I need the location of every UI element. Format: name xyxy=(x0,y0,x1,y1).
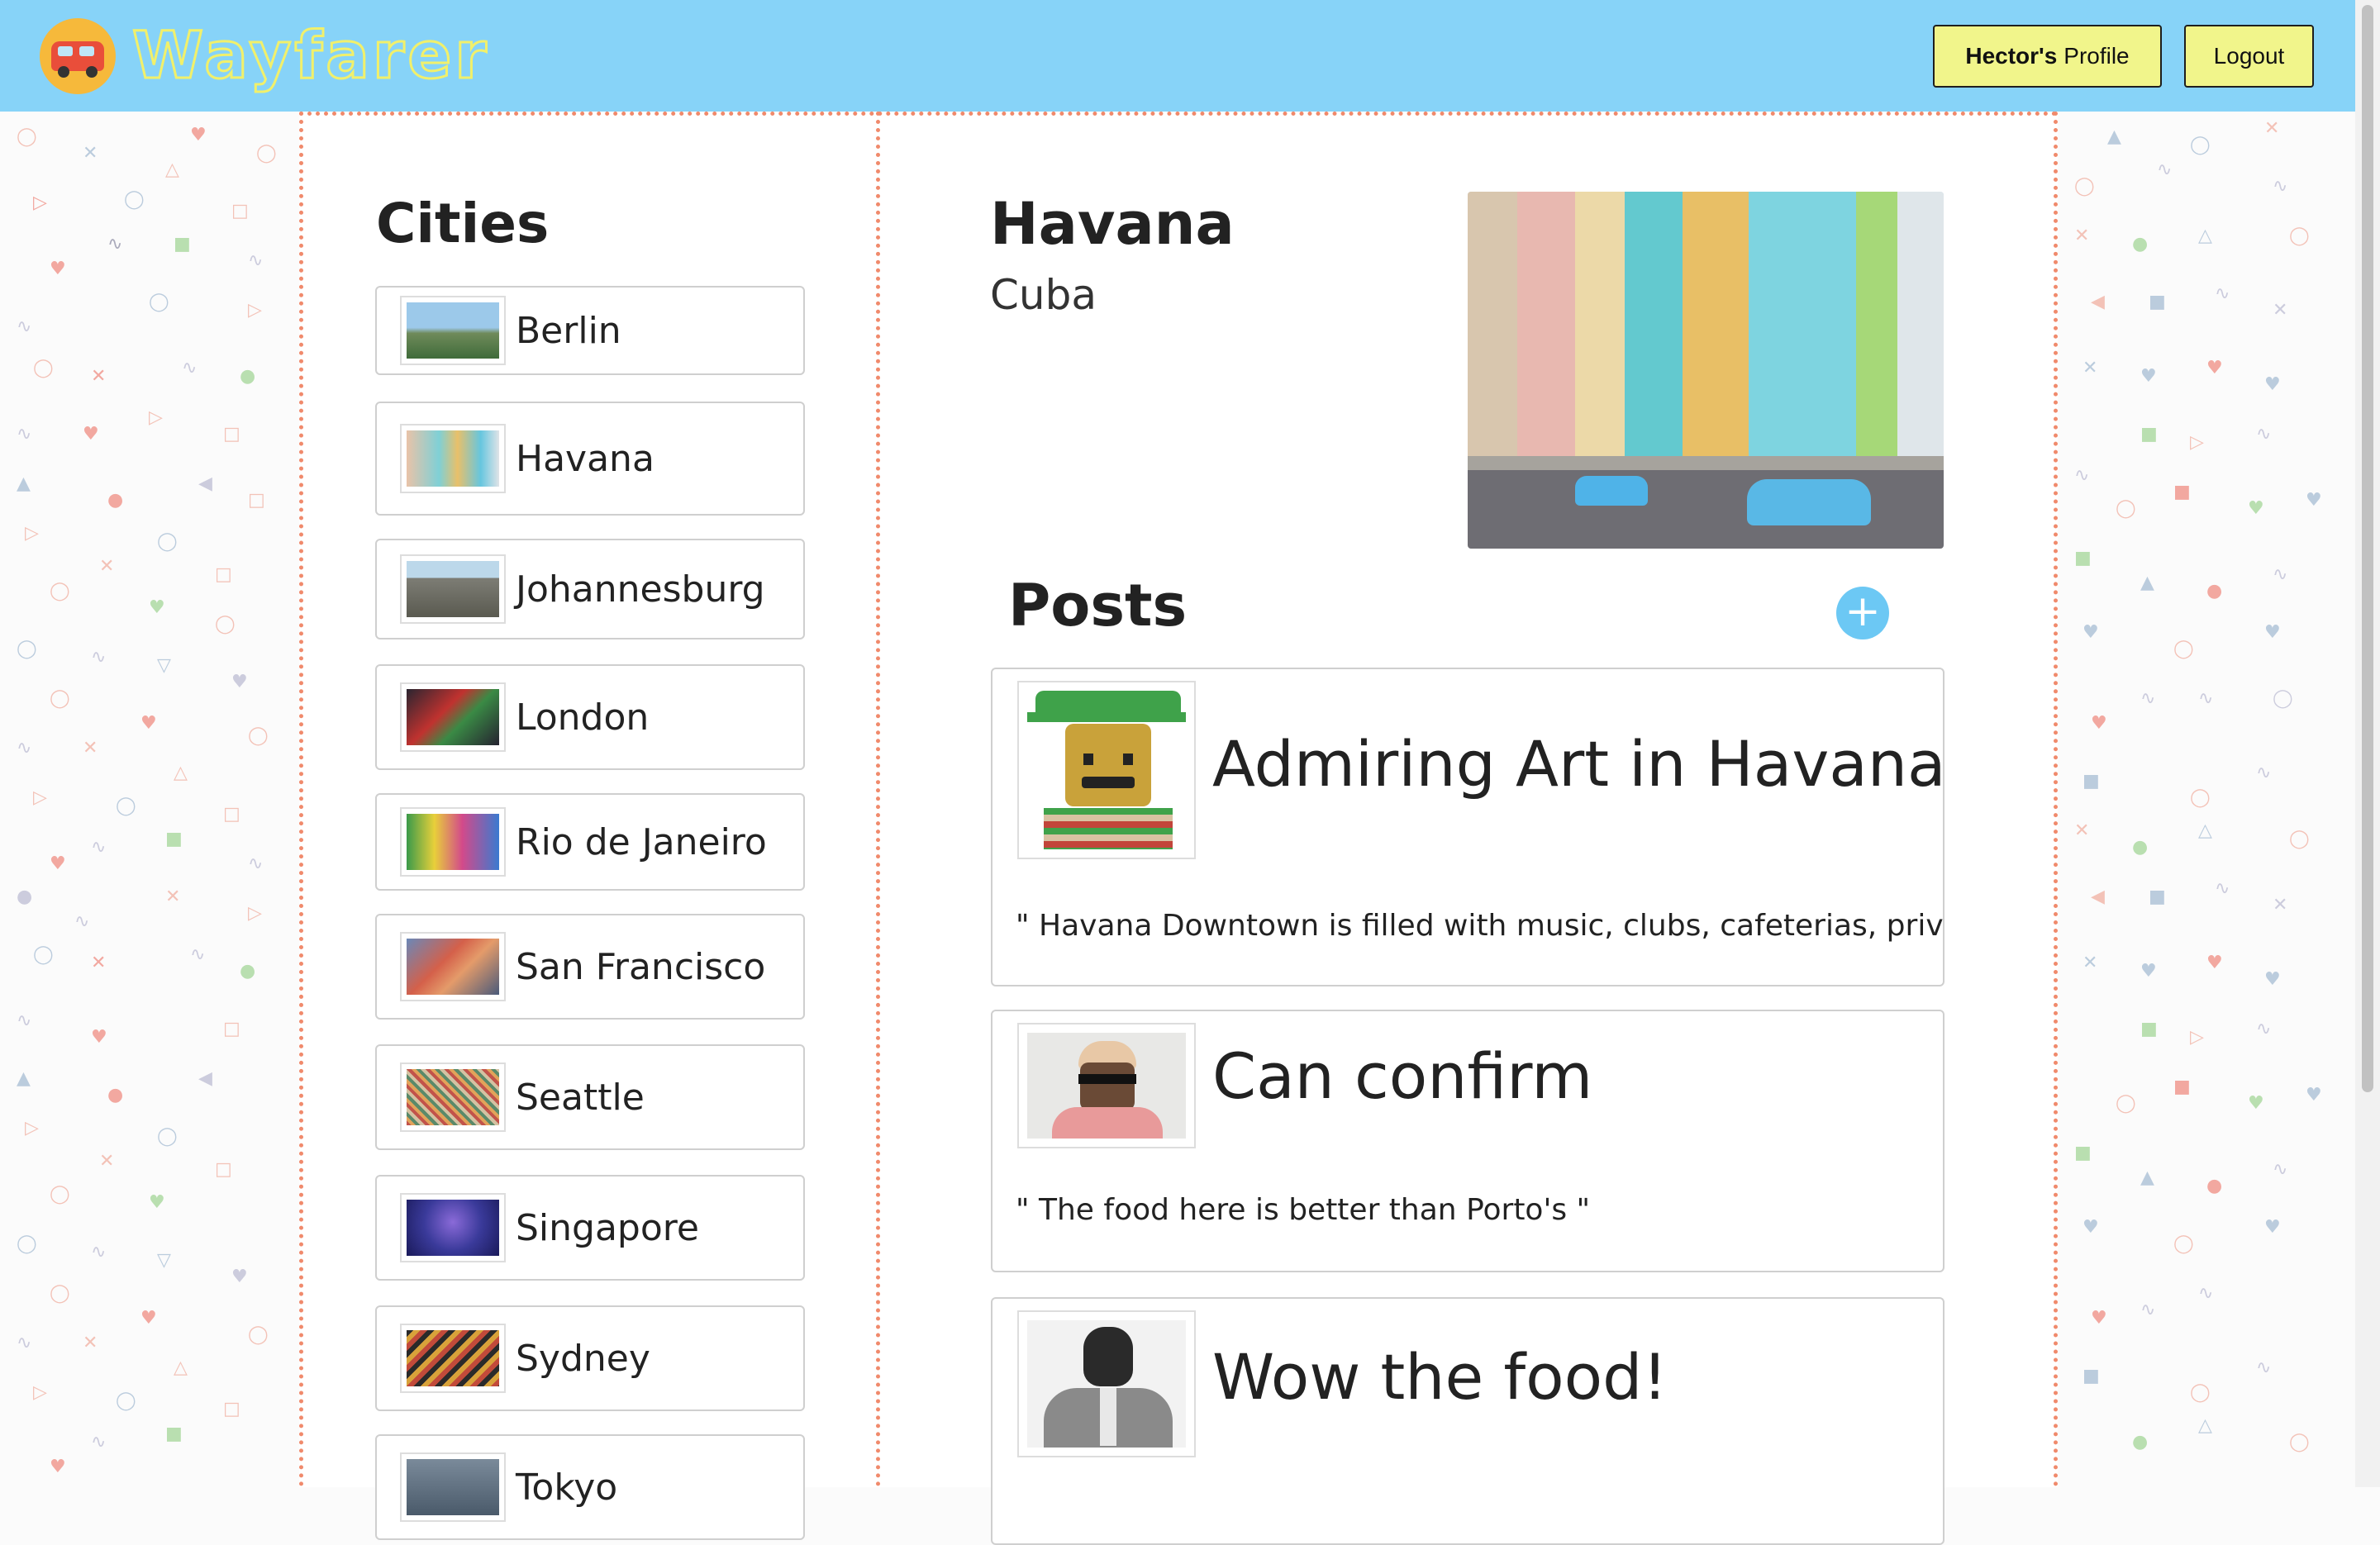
city-thumbnail xyxy=(400,1062,506,1132)
post-thumbnail xyxy=(1017,681,1196,859)
post-card[interactable]: Can confirm " The food here is better th… xyxy=(991,1010,1944,1272)
cities-heading: Cities xyxy=(376,192,550,255)
post-title: Wow the food! xyxy=(1212,1340,1668,1414)
van-icon[interactable] xyxy=(40,18,116,94)
city-name: Johannesburg xyxy=(516,568,765,611)
city-thumbnail xyxy=(400,1452,506,1522)
post-body: " The food here is better than Porto's " xyxy=(1016,1193,1591,1227)
city-name: London xyxy=(516,696,650,739)
posts-heading: Posts xyxy=(1008,572,1188,639)
profile-button[interactable]: Hector's Profile xyxy=(1933,25,2162,88)
dotted-divider xyxy=(299,112,2058,116)
city-thumbnail xyxy=(400,932,506,1001)
city-item-singapore[interactable]: Singapore xyxy=(375,1175,805,1281)
city-name: Sydney xyxy=(516,1337,650,1380)
post-title: Admiring Art in Havana xyxy=(1212,727,1944,801)
city-item-berlin[interactable]: Berlin xyxy=(375,286,805,375)
post-title: Can confirm xyxy=(1212,1039,1593,1113)
profile-label: Profile xyxy=(2063,43,2130,69)
city-name: San Francisco xyxy=(516,945,766,988)
city-item-sydney[interactable]: Sydney xyxy=(375,1305,805,1411)
city-hero-image xyxy=(1468,192,1944,549)
city-name: Rio de Janeiro xyxy=(516,820,767,863)
confetti-pattern-left: ◯ ✕ ♥ ◯ ▷ ◯ △ □ ♥ ∿ ■ ∿ ∿ ◯ ▷ ◯ ✕ ∿ ● ∿ … xyxy=(17,125,277,1477)
city-item-tokyo[interactable]: Tokyo xyxy=(375,1434,805,1540)
profile-user-name: Hector's xyxy=(1965,43,2058,69)
post-card[interactable]: Admiring Art in Havana " Havana Downtown… xyxy=(991,668,1944,986)
city-thumbnail xyxy=(400,554,506,624)
city-thumbnail xyxy=(400,807,506,877)
city-item-rio-de-janeiro[interactable]: Rio de Janeiro xyxy=(375,793,805,891)
post-card[interactable]: Wow the food! xyxy=(991,1297,1944,1545)
city-item-san-francisco[interactable]: San Francisco xyxy=(375,914,805,1020)
city-thumbnail xyxy=(400,424,506,493)
city-thumbnail xyxy=(400,682,506,752)
top-navbar: Wayfarer Hector's Profile Logout xyxy=(0,0,2355,112)
city-name: Berlin xyxy=(516,309,621,352)
city-name: Tokyo xyxy=(516,1466,618,1509)
city-item-havana[interactable]: Havana xyxy=(375,402,805,516)
country-name: Cuba xyxy=(990,271,1097,319)
plus-icon[interactable]: + xyxy=(1836,587,1889,639)
post-thumbnail xyxy=(1017,1310,1196,1457)
confetti-pattern-right: ▲ ◯ ✕ ◯ ∿ ∿ ✕ ● △ ◯ ◀ ■ ∿ ✕ ✕ ♥ ♥ ♥ ■ ▷ … xyxy=(2074,118,2322,1452)
scrollbar-thumb[interactable] xyxy=(2362,5,2373,1092)
city-item-london[interactable]: London xyxy=(375,664,805,770)
page-scrollbar[interactable] xyxy=(2355,0,2380,1487)
city-thumbnail xyxy=(400,1324,506,1393)
brand-logo-text[interactable]: Wayfarer xyxy=(131,15,490,97)
city-name: Havana xyxy=(516,437,654,480)
city-item-seattle[interactable]: Seattle xyxy=(375,1044,805,1150)
city-item-johannesburg[interactable]: Johannesburg xyxy=(375,539,805,639)
city-thumbnail xyxy=(400,1193,506,1262)
logout-button[interactable]: Logout xyxy=(2184,25,2314,88)
city-name: Singapore xyxy=(516,1206,699,1249)
post-body: " Havana Downtown is filled with music, … xyxy=(1016,909,1944,943)
city-name: Seattle xyxy=(516,1076,645,1119)
post-thumbnail xyxy=(1017,1023,1196,1148)
city-thumbnail xyxy=(400,296,506,365)
city-name-heading: Havana xyxy=(990,190,1235,258)
